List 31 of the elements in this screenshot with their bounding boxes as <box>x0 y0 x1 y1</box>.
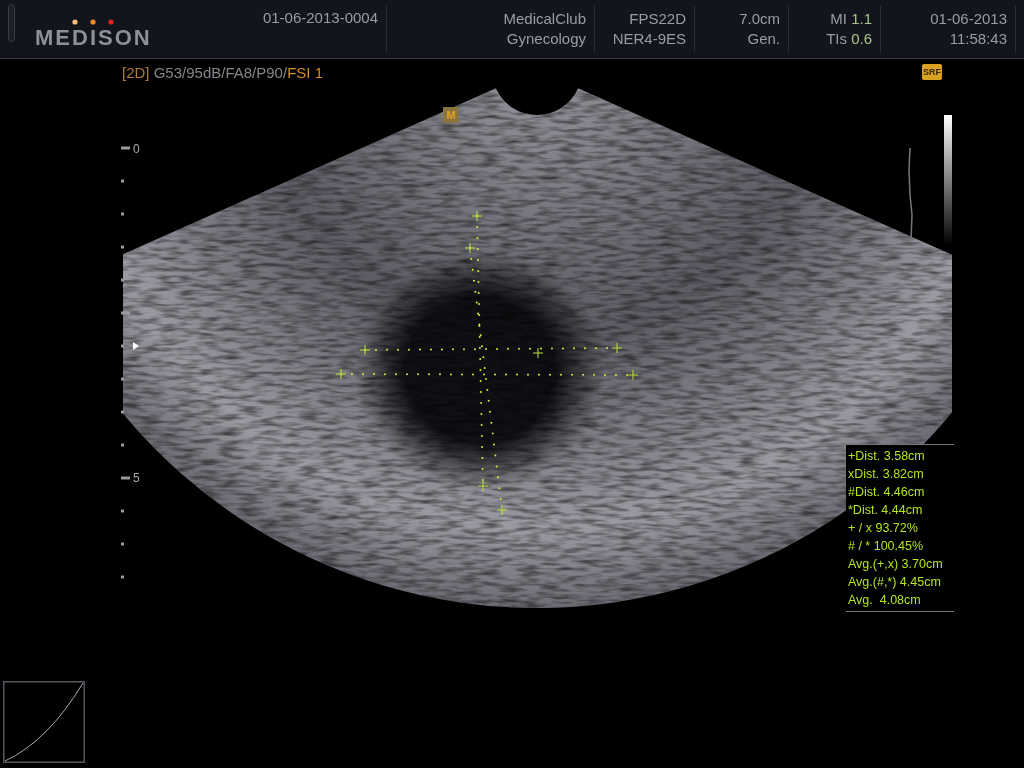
srf-badge: SRF <box>922 64 942 80</box>
index-reading: MI 1.1 <box>830 9 872 29</box>
measurement-result: Avg.(#,*) 4.45cm <box>847 574 942 591</box>
depth-label: 5 <box>133 470 140 487</box>
date-value: 01-06-2013 <box>930 9 1007 29</box>
measurement-result: + / x 93.72% <box>847 520 919 537</box>
time-value: 11:58:43 <box>949 29 1007 49</box>
harmonic-setting: FSI 1 <box>287 63 323 83</box>
institution-name: MedicalClub <box>503 9 586 29</box>
measurement-result: #Dist. 4.46cm <box>847 484 926 501</box>
logo-dots-icon <box>70 19 117 25</box>
measurement-result: # / * 100.45% <box>847 538 925 555</box>
measurement-result: +Dist. 3.58cm <box>847 448 926 465</box>
orientation-badge: M <box>443 107 459 123</box>
depth-label: 0 <box>133 141 140 158</box>
probe-name: NER4-9ES <box>612 29 686 49</box>
preset-name: Gynecology <box>506 29 586 49</box>
handle-icon <box>8 4 15 42</box>
imaging-settings: G53/95dB/FA8/P90/ <box>153 63 288 83</box>
probe-code: FPS22D <box>629 9 686 29</box>
depth-value: 7.0cm <box>739 9 780 29</box>
measurement-result: Avg. 4.08cm <box>847 592 922 609</box>
measurement-result: xDist. 3.82cm <box>847 466 925 483</box>
logo-text: MEDISON <box>35 25 152 51</box>
index-reading: TIs 0.6 <box>826 29 872 49</box>
study-id: 01-06-2013-0004 <box>262 8 378 28</box>
mode-label: [2D] <box>122 63 150 83</box>
measurement-result: *Dist. 4.44cm <box>847 502 924 519</box>
mode-value: Gen. <box>747 29 780 49</box>
focus-marker-icon <box>133 342 139 350</box>
measurement-result: Avg.(+,x) 3.70cm <box>847 556 944 573</box>
